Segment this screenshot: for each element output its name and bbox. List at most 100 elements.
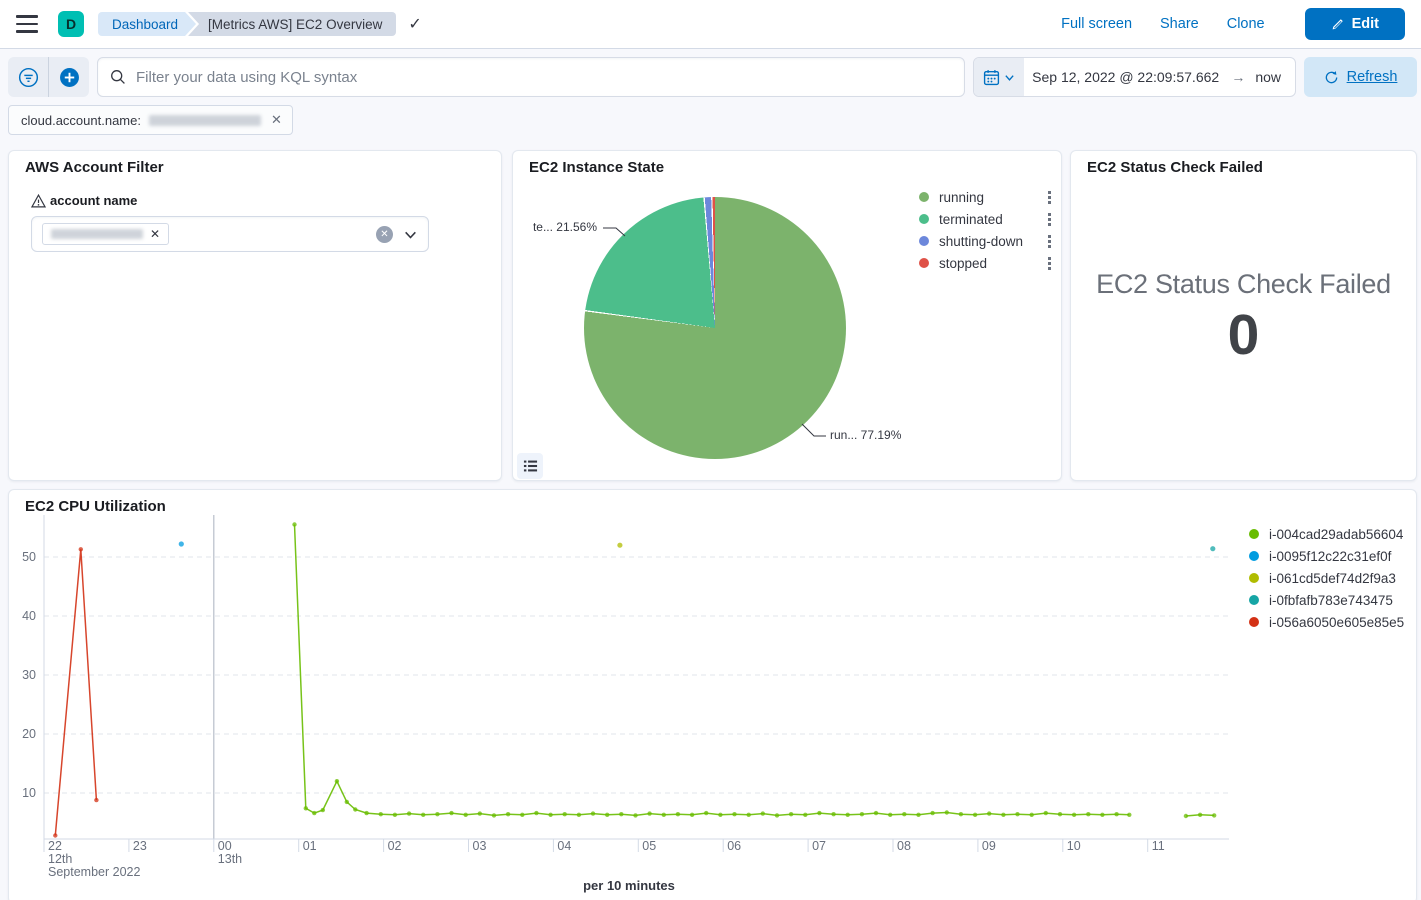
cpu-legend: i-004cad29adab56604 i-0095f12c22c31ef0f i-… [1249, 523, 1414, 633]
legend-dot-icon [919, 214, 929, 224]
legend-item[interactable]: i-056a6050e605e85e5 [1249, 611, 1414, 633]
account-name-label-row: account name [31, 193, 137, 208]
svg-text:50: 50 [22, 550, 36, 564]
panel-title: EC2 Status Check Failed [1087, 159, 1263, 176]
edit-button[interactable]: Edit [1305, 8, 1405, 40]
query-bar: Filter your data using KQL syntax Sep 12… [8, 57, 1417, 97]
legend-label: stopped [939, 256, 987, 271]
svg-text:22: 22 [48, 839, 62, 853]
legend-item[interactable]: shutting-down [919, 230, 1053, 252]
breadcrumb-current: [Metrics AWS] EC2 Overview [188, 12, 396, 36]
refresh-button[interactable]: Refresh [1304, 57, 1417, 97]
svg-text:September 2022: September 2022 [48, 865, 140, 879]
svg-text:10: 10 [22, 786, 36, 800]
svg-text:23: 23 [133, 839, 147, 853]
chip-value-redacted [51, 229, 143, 239]
legend-dot-icon [1249, 529, 1259, 539]
legend-dot-icon [919, 258, 929, 268]
svg-text:12th: 12th [48, 852, 72, 866]
svg-text:10: 10 [1067, 839, 1081, 853]
pie-callout-terminated: te... 21.56% [533, 220, 597, 234]
legend-item[interactable]: i-061cd5def74d2f9a3 [1249, 567, 1414, 589]
legend-item[interactable]: running [919, 186, 1053, 208]
svg-text:05: 05 [642, 839, 656, 853]
filter-pill-remove-icon[interactable]: ✕ [271, 112, 282, 128]
svg-text:09: 09 [982, 839, 996, 853]
svg-text:11: 11 [1152, 839, 1165, 853]
check-icon: ✓ [408, 14, 421, 34]
panel-title: EC2 Instance State [529, 159, 664, 176]
edit-button-label: Edit [1352, 16, 1379, 32]
legend-item[interactable]: terminated [919, 208, 1053, 230]
chevron-down-icon[interactable] [403, 227, 418, 242]
space-avatar[interactable]: D [58, 11, 84, 37]
menu-hamburger-icon[interactable] [16, 14, 40, 34]
legend-dot-icon [1249, 551, 1259, 561]
legend-item[interactable]: i-0095f12c22c31ef0f [1249, 545, 1414, 567]
legend-item[interactable]: i-0fbfafb783e743475 [1249, 589, 1414, 611]
panel-ec2-instance-state: EC2 Instance State te... 21.56% run... 7… [512, 150, 1062, 481]
legend-dot-icon [919, 236, 929, 246]
svg-text:04: 04 [557, 839, 571, 853]
legend-dot-icon [1249, 617, 1259, 627]
svg-text:02: 02 [388, 839, 402, 853]
add-filter-icon[interactable] [49, 57, 89, 97]
panel-ec2-cpu-utilization: EC2 CPU Utilization 10203040502223000102… [8, 489, 1417, 900]
account-name-combobox[interactable]: ✕ ✕ [31, 216, 429, 252]
date-picker: Sep 12, 2022 @ 22:09:57.662 → now [973, 57, 1296, 97]
combobox-selected-chip: ✕ [42, 223, 169, 245]
pie-callout-running: run... 77.19% [830, 428, 901, 442]
combobox-clear-icon[interactable]: ✕ [376, 226, 393, 243]
share-button[interactable]: Share [1160, 16, 1199, 32]
chevron-down-icon [1004, 72, 1015, 83]
svg-text:07: 07 [812, 839, 826, 853]
legend-label: shutting-down [939, 234, 1023, 249]
legend-dot-icon [1249, 573, 1259, 583]
legend-actions-dots-icon[interactable] [1046, 233, 1053, 250]
legend-label: i-004cad29adab56604 [1269, 527, 1403, 542]
legend-toggle-icon[interactable] [517, 453, 543, 479]
calendar-icon[interactable] [974, 58, 1024, 96]
legend-label: terminated [939, 212, 1003, 227]
breadcrumb-dashboard[interactable]: Dashboard [98, 12, 196, 36]
clone-button[interactable]: Clone [1227, 16, 1265, 32]
date-start[interactable]: Sep 12, 2022 @ 22:09:57.662 [1024, 69, 1227, 85]
app-header: D Dashboard [Metrics AWS] EC2 Overview ✓… [0, 0, 1421, 49]
legend-item[interactable]: stopped [919, 252, 1053, 274]
legend-label: i-056a6050e605e85e5 [1269, 615, 1404, 630]
legend-label: i-0095f12c22c31ef0f [1269, 549, 1391, 564]
legend-dot-icon [1249, 595, 1259, 605]
filter-pill[interactable]: cloud.account.name: ✕ [8, 105, 293, 135]
legend-actions-dots-icon[interactable] [1046, 189, 1053, 206]
legend-actions-dots-icon[interactable] [1046, 211, 1053, 228]
svg-text:08: 08 [897, 839, 911, 853]
cpu-line-chart: 1020304050222300010203040506070809101112… [9, 490, 1249, 900]
legend-label: running [939, 190, 984, 205]
refresh-label: Refresh [1347, 69, 1398, 85]
svg-text:13th: 13th [218, 852, 242, 866]
svg-text:06: 06 [727, 839, 741, 853]
legend-label: i-0fbfafb783e743475 [1269, 593, 1393, 608]
full-screen-button[interactable]: Full screen [1061, 16, 1132, 32]
kql-search-input[interactable]: Filter your data using KQL syntax [97, 57, 965, 97]
svg-text:40: 40 [22, 609, 36, 623]
metric-label: EC2 Status Check Failed [1071, 269, 1416, 300]
svg-text:30: 30 [22, 668, 36, 682]
date-end[interactable]: now [1249, 69, 1295, 85]
x-axis-title: per 10 minutes [9, 878, 1249, 893]
filter-pill-value-redacted [149, 115, 261, 126]
panel-ec2-status-check-failed: EC2 Status Check Failed EC2 Status Check… [1070, 150, 1417, 481]
panel-aws-account-filter: AWS Account Filter account name ✕ ✕ [8, 150, 502, 481]
account-name-label: account name [50, 193, 137, 208]
saved-query-filter-icon[interactable] [8, 57, 48, 97]
refresh-icon [1324, 70, 1339, 85]
filter-pill-field: cloud.account.name: [21, 113, 141, 128]
pencil-icon [1331, 18, 1344, 31]
chip-remove-icon[interactable]: ✕ [150, 227, 160, 241]
search-icon [110, 69, 126, 85]
search-placeholder: Filter your data using KQL syntax [136, 69, 357, 86]
legend-actions-dots-icon[interactable] [1046, 255, 1053, 272]
filter-button-group [8, 57, 89, 97]
legend-item[interactable]: i-004cad29adab56604 [1249, 523, 1414, 545]
legend-dot-icon [919, 192, 929, 202]
